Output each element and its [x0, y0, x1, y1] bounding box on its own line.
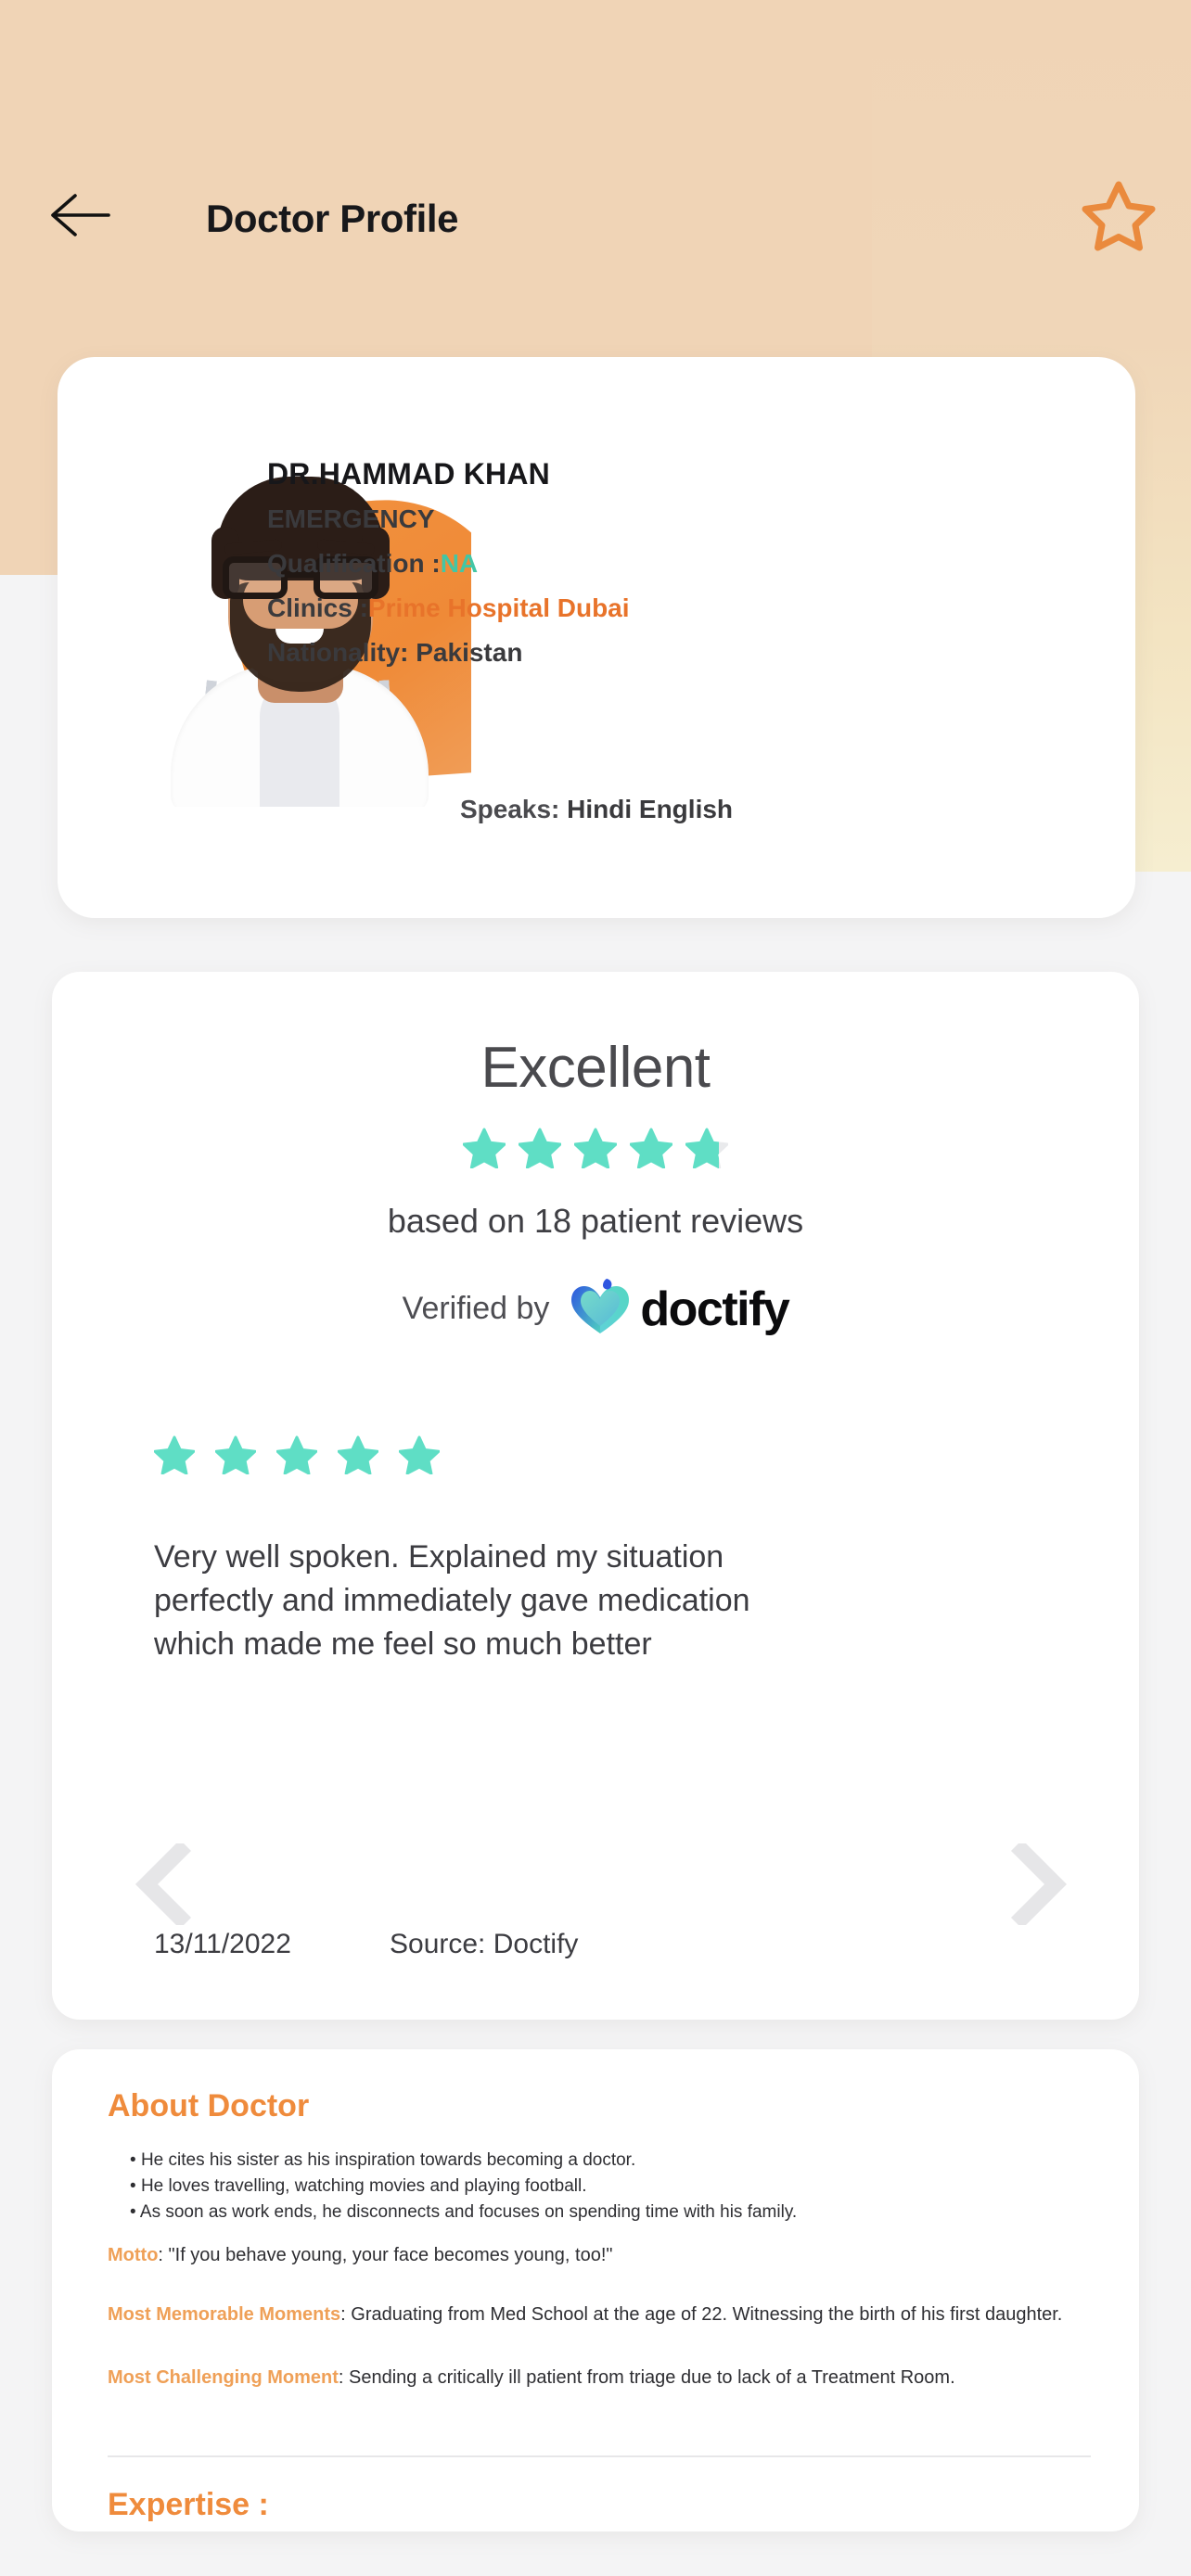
- star-icon: [518, 1128, 562, 1173]
- star-icon: [214, 1435, 257, 1479]
- back-button[interactable]: [35, 172, 124, 261]
- doctify-wordmark: doctify: [640, 1282, 789, 1336]
- about-bullet-list: He cites his sister as his inspiration t…: [130, 2148, 1085, 2225]
- list-item: As soon as work ends, he disconnects and…: [130, 2200, 1085, 2225]
- page-title: Doctor Profile: [206, 197, 459, 240]
- motto-row: Motto: "If you behave young, your face b…: [108, 2242, 1091, 2269]
- doctor-speaks-row: Speaks: Hindi English: [58, 795, 1135, 824]
- about-doctor-title: About Doctor: [108, 2088, 310, 2123]
- qualification-label: Qualification :: [267, 549, 441, 578]
- speaks-label: Speaks:: [459, 795, 560, 823]
- doctor-clinics-row: Clinics :Prime Hospital Dubai: [267, 589, 824, 628]
- about-doctor-card: About Doctor He cites his sister as his …: [52, 2049, 1139, 2531]
- speaks-value: Hindi English: [567, 795, 734, 823]
- review-next-button[interactable]: [1005, 1839, 1069, 1930]
- expertise-title: Expertise :: [108, 2487, 269, 2522]
- star-outline-icon: [1080, 178, 1158, 257]
- review-text: Very well spoken. Explained my situation…: [154, 1539, 750, 1662]
- about-divider: [108, 2455, 1091, 2457]
- memorable-label: Most Memorable Moments: [108, 2304, 341, 2325]
- review-item-stars: [52, 1435, 1139, 1479]
- memorable-value: : Graduating from Med School at the age …: [340, 2304, 1063, 2325]
- review-source: Source: Doctify: [390, 1929, 579, 1959]
- chevron-right-icon: [1005, 1839, 1069, 1930]
- doctor-qualification-row: Qualification :NA: [267, 544, 824, 583]
- star-icon: [153, 1435, 196, 1479]
- doctify-logo: doctify: [570, 1278, 790, 1340]
- star-icon: [337, 1435, 379, 1479]
- star-icon: [275, 1435, 318, 1479]
- doctor-info: DR.HAMMAD KHAN EMERGENCY Qualification :…: [267, 453, 824, 672]
- doctor-specialty: EMERGENCY: [267, 504, 435, 533]
- qualification-value: NA: [440, 549, 479, 578]
- arrow-left-icon: [47, 191, 112, 244]
- doctor-summary-card: DR.HAMMAD KHAN EMERGENCY Qualification :…: [58, 357, 1135, 918]
- doctify-apple-icon: [570, 1278, 631, 1340]
- motto-label: Motto: [108, 2245, 159, 2265]
- favorite-button[interactable]: [1074, 172, 1163, 261]
- challenging-value: : Sending a critically ill patient from …: [338, 2367, 955, 2388]
- doctor-name: DR.HAMMAD KHAN: [267, 457, 550, 491]
- star-icon: [573, 1128, 618, 1173]
- memorable-moments-row: Most Memorable Moments: Graduating from …: [108, 2302, 1091, 2328]
- motto-value: : "If you behave young, your face become…: [158, 2245, 613, 2265]
- verified-by-row: Verified by doctify: [52, 1278, 1139, 1340]
- list-item: He loves travelling, watching movies and…: [130, 2174, 1085, 2200]
- review-prev-button[interactable]: [134, 1839, 197, 1930]
- star-icon-partial: [685, 1128, 729, 1173]
- star-icon: [398, 1435, 441, 1479]
- list-item: He cites his sister as his inspiration t…: [130, 2148, 1085, 2174]
- chevron-left-icon: [134, 1839, 197, 1930]
- reviews-card: Excellent based on 18 patient reviews Ve…: [52, 972, 1139, 2020]
- challenging-label: Most Challenging Moment: [108, 2367, 339, 2388]
- star-icon: [629, 1128, 673, 1173]
- doctor-profile-screen: Doctor Profile DR.HAMMAD KHAN EMERGENCY …: [0, 0, 1191, 2576]
- nationality-label: Nationality:: [267, 638, 409, 667]
- review-date: 13/11/2022: [154, 1929, 291, 1959]
- top-bar: Doctor Profile: [0, 165, 1191, 276]
- nationality-value: Pakistan: [416, 638, 523, 667]
- clinics-label: Clinics :: [267, 593, 368, 622]
- overall-rating-stars: [52, 1128, 1139, 1173]
- verified-by-label: Verified by: [402, 1291, 550, 1326]
- doctor-nationality-row: Nationality: Pakistan: [267, 633, 824, 672]
- rating-word: Excellent: [480, 1036, 711, 1100]
- review-count-text: based on 18 patient reviews: [387, 1202, 804, 1240]
- challenging-moment-row: Most Challenging Moment: Sending a criti…: [108, 2365, 1091, 2391]
- clinics-value[interactable]: Prime Hospital Dubai: [368, 593, 630, 622]
- star-icon: [462, 1128, 506, 1173]
